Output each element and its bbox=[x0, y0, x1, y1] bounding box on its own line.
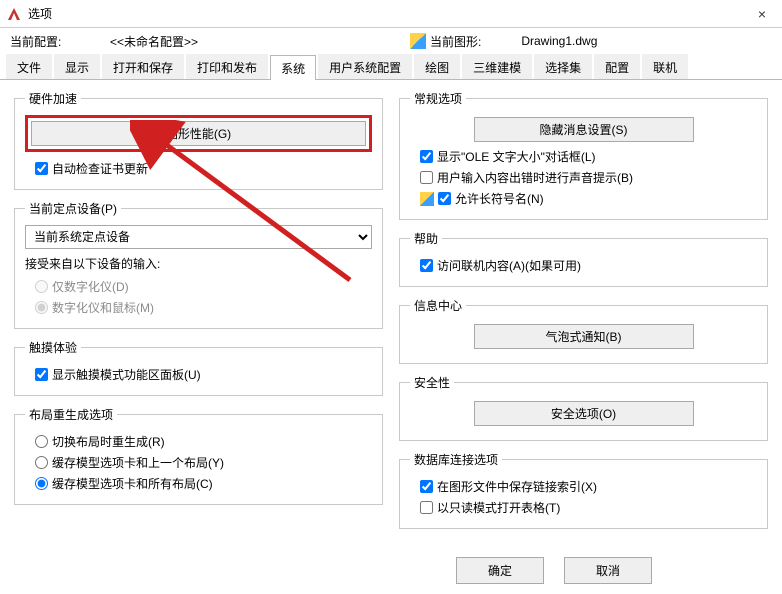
radio-cache-last-input[interactable] bbox=[35, 456, 48, 469]
radio-digitizer-only-label: 仅数字化仪(D) bbox=[52, 278, 129, 295]
window-title: 选项 bbox=[28, 5, 52, 22]
readonly-tables-checkbox[interactable]: 以只读模式打开表格(T) bbox=[410, 497, 757, 518]
graphics-performance-button[interactable]: 图形性能(G) bbox=[31, 121, 366, 146]
close-button[interactable]: × bbox=[742, 0, 782, 28]
auto-cert-label: 自动检查证书更新 bbox=[52, 160, 148, 177]
group-pointing-device-legend: 当前定点设备(P) bbox=[25, 200, 121, 217]
radio-regen-switch-input[interactable] bbox=[35, 435, 48, 448]
tab-3d-modeling[interactable]: 三维建模 bbox=[462, 54, 532, 79]
ole-size-label: 显示"OLE 文字大小"对话框(L) bbox=[437, 148, 596, 165]
long-names-label: 允许长符号名(N) bbox=[455, 190, 544, 207]
dialog-buttons: 确定 取消 bbox=[456, 557, 652, 584]
online-help-checkbox-input[interactable] bbox=[420, 259, 433, 272]
current-profile-label: 当前配置: bbox=[10, 33, 110, 50]
group-info-center-legend: 信息中心 bbox=[410, 297, 466, 314]
titlebar: 选项 × bbox=[0, 0, 782, 28]
touch-panel-checkbox[interactable]: 显示触摸模式功能区面板(U) bbox=[25, 364, 372, 385]
group-layout-regen-legend: 布局重生成选项 bbox=[25, 406, 117, 423]
tab-content: 硬件加速 图形性能(G) 自动检查证书更新 当前定点设备(P) 当前系统定点设备… bbox=[0, 80, 782, 548]
tab-system[interactable]: 系统 bbox=[270, 55, 316, 80]
drawing-icon bbox=[410, 33, 426, 49]
radio-cache-last[interactable]: 缓存模型选项卡和上一个布局(Y) bbox=[25, 452, 372, 473]
radio-regen-switch[interactable]: 切换布局时重生成(R) bbox=[25, 431, 372, 452]
beep-label: 用户输入内容出错时进行声音提示(B) bbox=[437, 169, 633, 186]
auto-cert-checkbox-input[interactable] bbox=[35, 162, 48, 175]
cancel-button[interactable]: 取消 bbox=[564, 557, 652, 584]
readonly-tables-checkbox-input[interactable] bbox=[420, 501, 433, 514]
group-touch: 触摸体验 显示触摸模式功能区面板(U) bbox=[14, 339, 383, 396]
group-security: 安全性 安全选项(O) bbox=[399, 374, 768, 441]
beep-checkbox-input[interactable] bbox=[420, 171, 433, 184]
long-names-checkbox-input[interactable] bbox=[438, 192, 451, 205]
tab-print-publish[interactable]: 打印和发布 bbox=[186, 54, 268, 79]
touch-panel-checkbox-input[interactable] bbox=[35, 368, 48, 381]
accept-input-label: 接受来自以下设备的输入: bbox=[25, 255, 372, 272]
radio-digitizer-mouse-input bbox=[35, 301, 48, 314]
group-db-connect: 数据库连接选项 在图形文件中保存链接索引(X) 以只读模式打开表格(T) bbox=[399, 451, 768, 529]
group-general: 常规选项 隐藏消息设置(S) 显示"OLE 文字大小"对话框(L) 用户输入内容… bbox=[399, 90, 768, 220]
tab-display[interactable]: 显示 bbox=[54, 54, 100, 79]
radio-cache-last-label: 缓存模型选项卡和上一个布局(Y) bbox=[52, 454, 224, 471]
drawing-icon bbox=[420, 192, 434, 206]
pointing-device-dropdown[interactable]: 当前系统定点设备 bbox=[25, 225, 372, 249]
group-touch-legend: 触摸体验 bbox=[25, 339, 81, 356]
auto-cert-checkbox[interactable]: 自动检查证书更新 bbox=[25, 158, 372, 179]
radio-regen-switch-label: 切换布局时重生成(R) bbox=[52, 433, 165, 450]
touch-panel-label: 显示触摸模式功能区面板(U) bbox=[52, 366, 201, 383]
tab-drafting[interactable]: 绘图 bbox=[414, 54, 460, 79]
tab-online[interactable]: 联机 bbox=[642, 54, 688, 79]
ole-size-checkbox-input[interactable] bbox=[420, 150, 433, 163]
save-link-index-checkbox[interactable]: 在图形文件中保存链接索引(X) bbox=[410, 476, 757, 497]
highlight-frame: 图形性能(G) bbox=[25, 115, 372, 152]
radio-digitizer-mouse: 数字化仪和鼠标(M) bbox=[25, 297, 372, 318]
group-pointing-device: 当前定点设备(P) 当前系统定点设备 接受来自以下设备的输入: 仅数字化仪(D)… bbox=[14, 200, 383, 329]
current-profile-value: <<未命名配置>> bbox=[110, 33, 410, 50]
beep-checkbox[interactable]: 用户输入内容出错时进行声音提示(B) bbox=[410, 167, 757, 188]
online-help-checkbox[interactable]: 访问联机内容(A)(如果可用) bbox=[410, 255, 757, 276]
group-help: 帮助 访问联机内容(A)(如果可用) bbox=[399, 230, 768, 287]
group-hardware-accel: 硬件加速 图形性能(G) 自动检查证书更新 bbox=[14, 90, 383, 190]
security-options-button[interactable]: 安全选项(O) bbox=[474, 401, 694, 426]
radio-cache-all-label: 缓存模型选项卡和所有布局(C) bbox=[52, 475, 213, 492]
app-icon bbox=[6, 6, 22, 22]
right-column: 常规选项 隐藏消息设置(S) 显示"OLE 文字大小"对话框(L) 用户输入内容… bbox=[399, 90, 768, 538]
ok-button[interactable]: 确定 bbox=[456, 557, 544, 584]
group-security-legend: 安全性 bbox=[410, 374, 454, 391]
current-drawing-value: Drawing1.dwg bbox=[521, 34, 597, 48]
save-link-index-label: 在图形文件中保存链接索引(X) bbox=[437, 478, 597, 495]
tab-user-prefs[interactable]: 用户系统配置 bbox=[318, 54, 412, 79]
tab-selection[interactable]: 选择集 bbox=[534, 54, 592, 79]
hidden-message-settings-button[interactable]: 隐藏消息设置(S) bbox=[474, 117, 694, 142]
radio-digitizer-only: 仅数字化仪(D) bbox=[25, 276, 372, 297]
balloon-notification-button[interactable]: 气泡式通知(B) bbox=[474, 324, 694, 349]
group-hardware-accel-legend: 硬件加速 bbox=[25, 90, 81, 107]
radio-digitizer-only-input bbox=[35, 280, 48, 293]
tabs: 文件 显示 打开和保存 打印和发布 系统 用户系统配置 绘图 三维建模 选择集 … bbox=[0, 54, 782, 80]
current-drawing-label: 当前图形: bbox=[430, 33, 481, 50]
radio-digitizer-mouse-label: 数字化仪和鼠标(M) bbox=[52, 299, 154, 316]
tab-open-save[interactable]: 打开和保存 bbox=[102, 54, 184, 79]
tab-file[interactable]: 文件 bbox=[6, 54, 52, 79]
group-layout-regen: 布局重生成选项 切换布局时重生成(R) 缓存模型选项卡和上一个布局(Y) 缓存模… bbox=[14, 406, 383, 505]
group-general-legend: 常规选项 bbox=[410, 90, 466, 107]
save-link-index-checkbox-input[interactable] bbox=[420, 480, 433, 493]
group-help-legend: 帮助 bbox=[410, 230, 442, 247]
radio-cache-all[interactable]: 缓存模型选项卡和所有布局(C) bbox=[25, 473, 372, 494]
online-help-label: 访问联机内容(A)(如果可用) bbox=[437, 257, 581, 274]
group-db-connect-legend: 数据库连接选项 bbox=[410, 451, 502, 468]
radio-cache-all-input[interactable] bbox=[35, 477, 48, 490]
long-names-row[interactable]: 允许长符号名(N) bbox=[410, 188, 544, 209]
group-info-center: 信息中心 气泡式通知(B) bbox=[399, 297, 768, 364]
ole-size-checkbox[interactable]: 显示"OLE 文字大小"对话框(L) bbox=[410, 146, 757, 167]
profile-info-row: 当前配置: <<未命名配置>> 当前图形: Drawing1.dwg bbox=[0, 28, 782, 54]
readonly-tables-label: 以只读模式打开表格(T) bbox=[437, 499, 560, 516]
tab-profiles[interactable]: 配置 bbox=[594, 54, 640, 79]
left-column: 硬件加速 图形性能(G) 自动检查证书更新 当前定点设备(P) 当前系统定点设备… bbox=[14, 90, 383, 538]
